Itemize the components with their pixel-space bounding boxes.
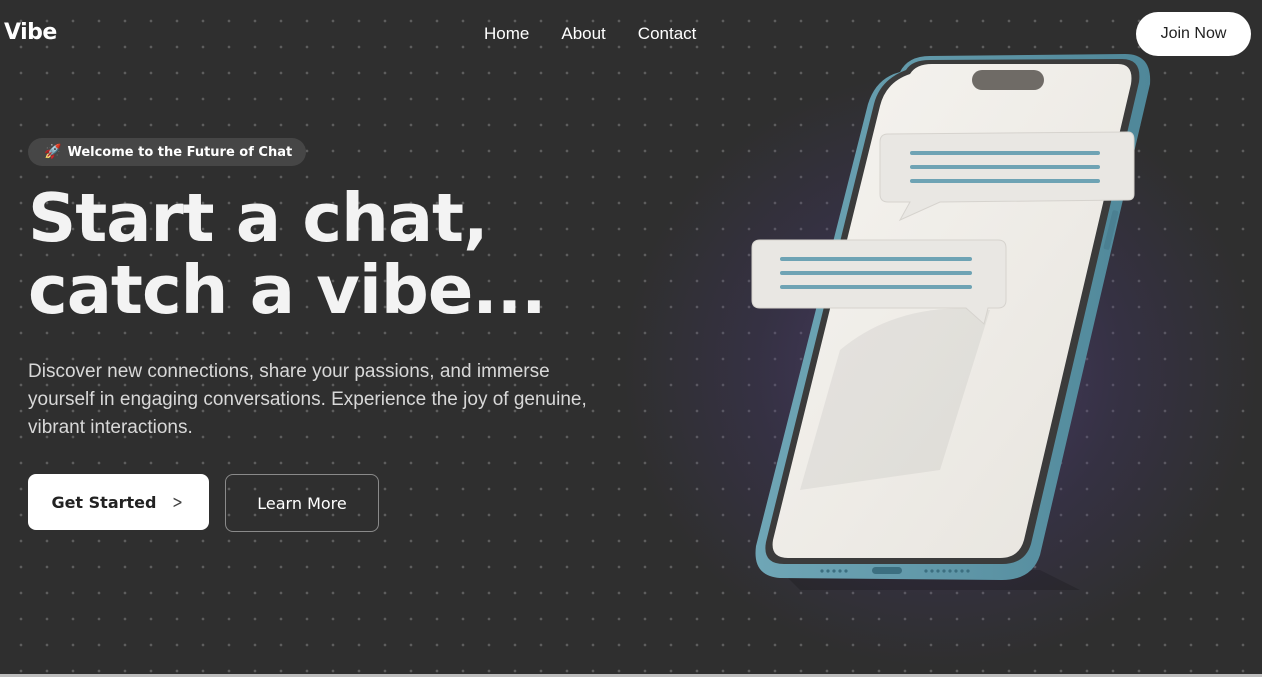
hero-description: Discover new connections, share your pas… — [28, 361, 587, 438]
rocket-icon: 🚀 — [44, 144, 62, 160]
learn-more-button[interactable]: Learn More — [225, 474, 379, 532]
headline-line-1: Start a chat, — [28, 179, 489, 257]
nav-link-contact[interactable]: Contact — [638, 24, 697, 44]
nav-link-home[interactable]: Home — [484, 24, 529, 44]
phone-chat-illustration — [751, 54, 1151, 590]
main-nav: Home About Contact — [484, 24, 728, 44]
hero-headline: Start a chat, catch a vibe... — [28, 179, 547, 329]
get-started-label: Get Started — [51, 492, 157, 512]
chevron-right-icon: > — [172, 491, 184, 513]
get-started-button[interactable]: Get Started > — [28, 474, 209, 530]
welcome-badge-text: Welcome to the Future of Chat — [67, 144, 293, 160]
logo[interactable]: Vibe — [4, 20, 57, 45]
welcome-badge: 🚀 Welcome to the Future of Chat — [28, 138, 307, 166]
nav-link-about[interactable]: About — [561, 24, 605, 44]
headline-line-2: catch a vibe... — [28, 251, 547, 329]
